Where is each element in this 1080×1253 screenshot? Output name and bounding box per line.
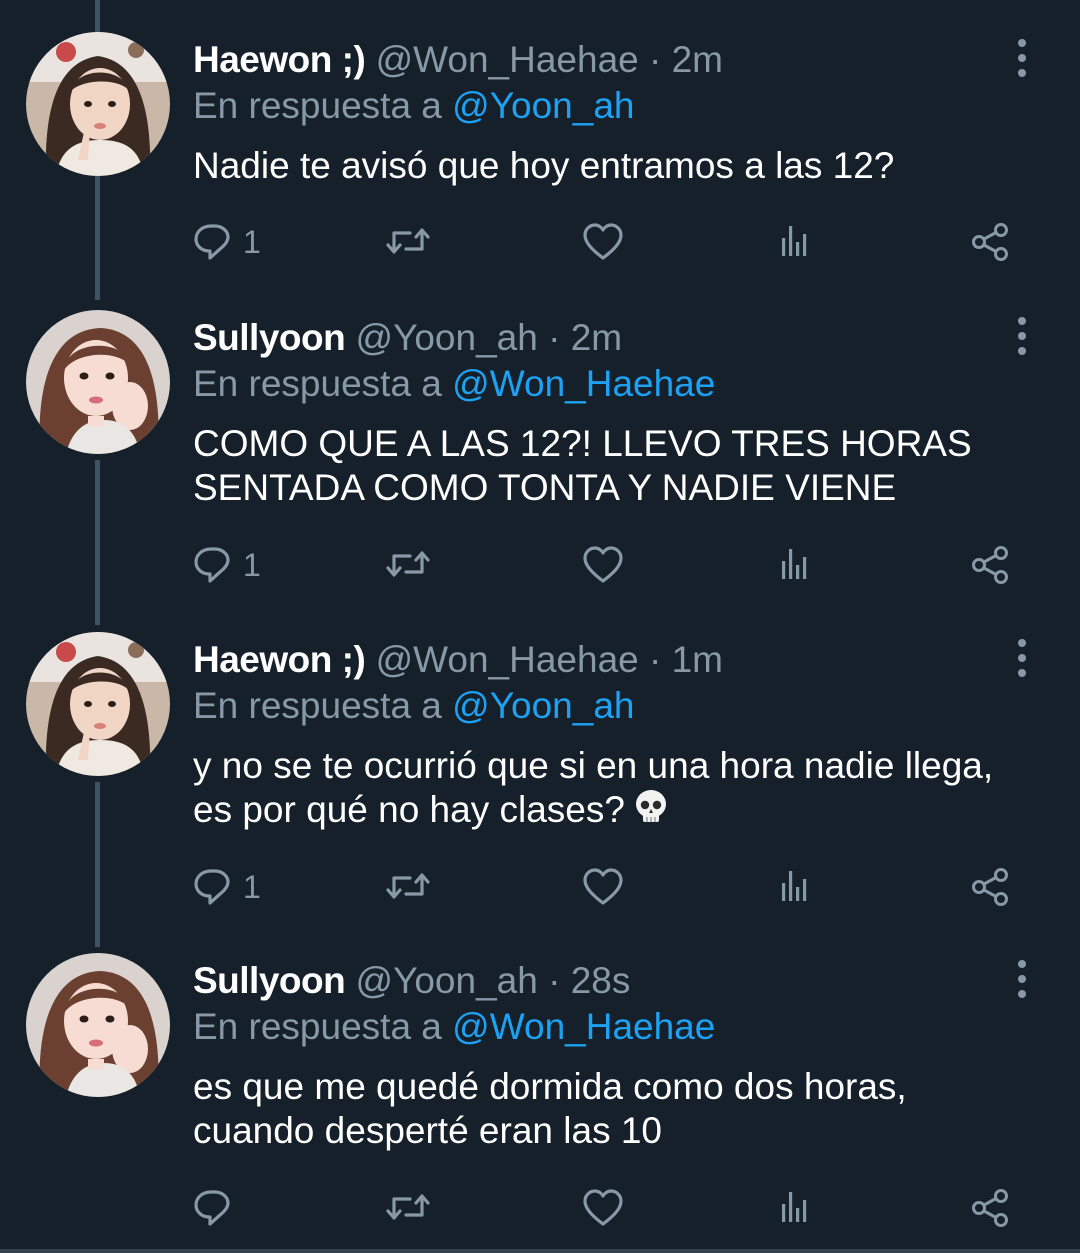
share-icon [972, 546, 1008, 584]
tweet-text: COMO QUE A LAS 12?! LLEVO TRES HORAS SEN… [193, 423, 972, 508]
tweet-text: Nadie te avisó que hoy entramos a las 12… [193, 145, 895, 186]
heart-icon [583, 223, 623, 260]
heart-icon [583, 1189, 623, 1226]
share-button[interactable] [971, 217, 1011, 267]
tweet-text-container: y no se te ocurrió que si en una hora na… [193, 744, 1033, 835]
retweet-icon [386, 1194, 430, 1220]
tweet-actions [193, 1183, 1023, 1233]
share-button[interactable] [971, 862, 1011, 912]
analytics-button[interactable] [776, 540, 812, 590]
share-button[interactable] [971, 1183, 1011, 1233]
reply-prefix: En respuesta a [193, 85, 442, 126]
tweet-actions: 1 [193, 217, 1023, 267]
display-name[interactable]: Haewon ;) [193, 39, 366, 80]
tweet[interactable]: Haewon ;) @Won_Haehae · 2m En respuesta … [0, 32, 1080, 292]
reply-bubble-icon [194, 224, 230, 260]
reply-context: En respuesta a @Won_Haehae [193, 362, 715, 406]
timestamp[interactable]: 28s [571, 960, 631, 1001]
user-handle[interactable]: @Yoon_ah [356, 960, 538, 1001]
tweet-text: es que me quedé dormida como dos horas, … [193, 1066, 907, 1151]
avatar[interactable] [26, 32, 170, 176]
user-handle[interactable]: @Won_Haehae [376, 639, 639, 680]
skull-emoji-icon [633, 789, 669, 835]
separator-dot: · [649, 39, 662, 80]
separator-dot: · [548, 960, 561, 1001]
tweet[interactable]: Sullyoon @Yoon_ah · 2m En respuesta a @W… [0, 310, 1080, 610]
analytics-bars-icon [782, 871, 807, 901]
heart-icon [583, 868, 623, 905]
analytics-button[interactable] [776, 217, 812, 267]
user-handle[interactable]: @Won_Haehae [376, 39, 639, 80]
more-vertical-icon[interactable] [1010, 38, 1034, 78]
more-vertical-icon[interactable] [1010, 638, 1034, 678]
more-vertical-icon[interactable] [1010, 959, 1034, 999]
share-icon [972, 868, 1008, 906]
reply-context: En respuesta a @Won_Haehae [193, 1005, 715, 1049]
analytics-bars-icon [782, 226, 807, 256]
display-name[interactable]: Sullyoon [193, 960, 346, 1001]
reply-bubble-icon [194, 547, 230, 583]
bottom-divider [0, 1249, 1080, 1253]
retweet-button[interactable] [385, 862, 431, 912]
reply-mention-link[interactable]: @Won_Haehae [452, 363, 715, 404]
reply-button[interactable]: 1 [193, 862, 261, 912]
reply-mention-link[interactable]: @Yoon_ah [452, 85, 634, 126]
avatar[interactable] [26, 310, 170, 454]
avatar[interactable] [26, 953, 170, 1097]
like-button[interactable] [583, 862, 623, 912]
reply-bubble-icon [194, 869, 230, 905]
timestamp[interactable]: 1m [672, 639, 723, 680]
reply-count: 1 [243, 546, 261, 583]
analytics-button[interactable] [776, 862, 812, 912]
reply-context: En respuesta a @Yoon_ah [193, 684, 634, 728]
share-icon [972, 1189, 1008, 1227]
reply-context: En respuesta a @Yoon_ah [193, 84, 634, 128]
reply-button[interactable]: 1 [193, 540, 261, 590]
avatar[interactable] [26, 632, 170, 776]
display-name[interactable]: Haewon ;) [193, 639, 366, 680]
user-handle[interactable]: @Yoon_ah [356, 317, 538, 358]
analytics-bars-icon [782, 1192, 807, 1222]
like-button[interactable] [583, 1183, 623, 1233]
reply-count: 1 [243, 223, 261, 260]
separator-dot: · [548, 317, 561, 358]
tweet-header: Sullyoon @Yoon_ah · 28s [193, 959, 630, 1003]
tweet-header: Haewon ;) @Won_Haehae · 2m [193, 38, 723, 82]
reply-mention-link[interactable]: @Won_Haehae [452, 1006, 715, 1047]
tweet[interactable]: Sullyoon @Yoon_ah · 28s En respuesta a @… [0, 953, 1080, 1243]
display-name[interactable]: Sullyoon [193, 317, 346, 358]
more-vertical-icon[interactable] [1010, 316, 1034, 356]
timestamp[interactable]: 2m [571, 317, 622, 358]
reply-count: 1 [243, 868, 261, 905]
timestamp[interactable]: 2m [672, 39, 723, 80]
tweet-header: Haewon ;) @Won_Haehae · 1m [193, 638, 723, 682]
retweet-button[interactable] [385, 1183, 431, 1233]
like-button[interactable] [583, 540, 623, 590]
heart-icon [583, 546, 623, 583]
retweet-button[interactable] [385, 540, 431, 590]
separator-dot: · [649, 639, 662, 680]
reply-prefix: En respuesta a [193, 1006, 442, 1047]
like-button[interactable] [583, 217, 623, 267]
analytics-bars-icon [782, 549, 807, 579]
conversation-thread: Haewon ;) @Won_Haehae · 2m En respuesta … [0, 0, 1080, 1253]
tweet-actions: 1 [193, 540, 1023, 590]
reply-button[interactable]: 1 [193, 217, 261, 267]
retweet-button[interactable] [385, 217, 431, 267]
reply-prefix: En respuesta a [193, 363, 442, 404]
reply-mention-link[interactable]: @Yoon_ah [452, 685, 634, 726]
analytics-button[interactable] [776, 1183, 812, 1233]
retweet-icon [386, 228, 430, 254]
reply-prefix: En respuesta a [193, 685, 442, 726]
tweet-header: Sullyoon @Yoon_ah · 2m [193, 316, 622, 360]
share-icon [972, 223, 1008, 261]
retweet-icon [386, 551, 430, 577]
retweet-icon [386, 873, 430, 899]
tweet-actions: 1 [193, 862, 1023, 912]
reply-button[interactable] [193, 1183, 243, 1233]
tweet[interactable]: Haewon ;) @Won_Haehae · 1m En respuesta … [0, 632, 1080, 932]
reply-bubble-icon [194, 1190, 230, 1226]
tweet-text: y no se te ocurrió que si en una hora na… [193, 745, 994, 830]
share-button[interactable] [971, 540, 1011, 590]
